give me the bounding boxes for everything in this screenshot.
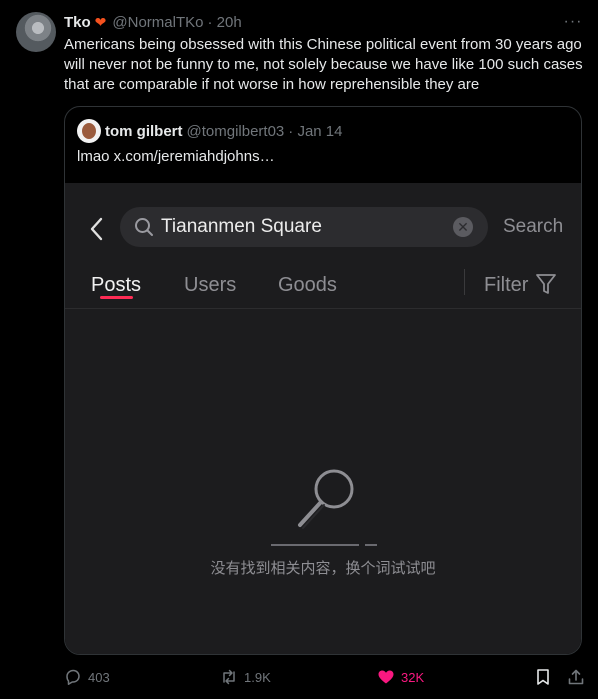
like-count: 32K	[401, 669, 425, 685]
repost-button[interactable]: 1.9K	[220, 666, 271, 688]
tweet-time[interactable]: · 20h	[207, 14, 241, 31]
active-tab-underline	[100, 296, 133, 299]
quote-time: · Jan 14	[288, 122, 343, 140]
quote-author-avatar	[77, 119, 101, 143]
search-query: Tiananmen Square	[161, 216, 322, 237]
filter-divider	[464, 269, 465, 295]
clear-icon: ✕	[453, 217, 473, 237]
back-chevron-icon	[87, 211, 107, 247]
search-box: Tiananmen Square ✕	[120, 207, 488, 247]
attached-screenshot[interactable]: Tiananmen Square ✕ Search Posts Users Go…	[65, 183, 581, 654]
bookmark-button[interactable]	[534, 666, 558, 688]
repost-count: 1.9K	[244, 669, 271, 685]
filter-label: Filter	[484, 274, 529, 296]
tab-users: Users	[184, 274, 237, 296]
author-avatar[interactable]	[16, 12, 56, 52]
quote-author-handle: @tomgilbert03	[186, 122, 285, 140]
heart-icon	[378, 670, 394, 684]
tweet-text: Americans being obsessed with this Chine…	[64, 36, 583, 93]
fire-heart-emoji-icon: ❤	[94, 13, 107, 30]
bookmark-icon	[537, 669, 549, 685]
repost-icon	[223, 669, 235, 685]
quoted-tweet[interactable]: tom gilbert @tomgilbert03 · Jan 14 lmao …	[64, 106, 582, 655]
reply-button[interactable]: 403	[64, 666, 110, 688]
reply-count: 403	[88, 669, 110, 685]
share-icon	[568, 669, 584, 685]
magnifier-empty-icon	[271, 469, 377, 546]
quote-header: tom gilbert @tomgilbert03 · Jan 14	[77, 119, 343, 143]
author-name[interactable]: Tko	[64, 14, 91, 31]
share-button[interactable]	[567, 666, 591, 688]
quote-text: lmao x.com/jeremiahdjohns…	[77, 148, 275, 165]
more-options-icon[interactable]: ···	[563, 12, 583, 32]
tabs-divider	[65, 308, 581, 309]
empty-state-message: 没有找到相关内容，换个词试试吧	[210, 559, 436, 577]
like-button[interactable]: 32K	[377, 666, 424, 688]
search-icon	[135, 218, 153, 236]
author-handle[interactable]: @NormalTKo	[112, 14, 203, 31]
quote-author-name: tom gilbert	[105, 122, 183, 140]
search-button: Search	[503, 216, 564, 237]
filter-funnel-icon	[536, 274, 556, 294]
tweet-actions: 403 1.9K 32K	[64, 666, 584, 688]
reply-icon	[66, 669, 80, 685]
tab-goods: Goods	[278, 274, 337, 296]
tweet-header: Tko ❤ @NormalTKo · 20h	[64, 12, 242, 32]
